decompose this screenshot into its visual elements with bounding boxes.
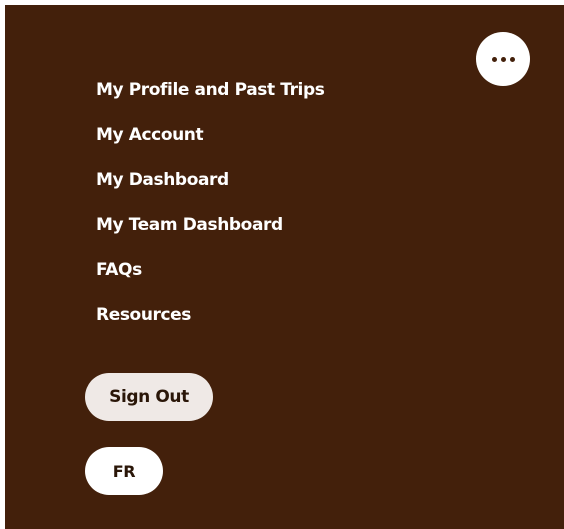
menu-item-resources[interactable]: Resources (96, 304, 324, 349)
menu-item-my-dashboard[interactable]: My Dashboard (96, 169, 324, 214)
more-options-button[interactable] (476, 32, 530, 86)
menu-item-my-account[interactable]: My Account (96, 124, 324, 169)
menu-item-profile-past-trips[interactable]: My Profile and Past Trips (96, 79, 325, 124)
account-menu-list: My Profile and Past Trips My Account My … (96, 79, 325, 349)
language-toggle-button[interactable]: FR (85, 447, 163, 495)
menu-item-my-team-dashboard[interactable]: My Team Dashboard (96, 214, 324, 259)
menu-item-faqs[interactable]: FAQs (96, 259, 324, 304)
sign-out-button[interactable]: Sign Out (85, 373, 213, 421)
user-menu-panel: My Profile and Past Trips My Account My … (5, 5, 564, 529)
more-horizontal-icon (491, 56, 515, 62)
